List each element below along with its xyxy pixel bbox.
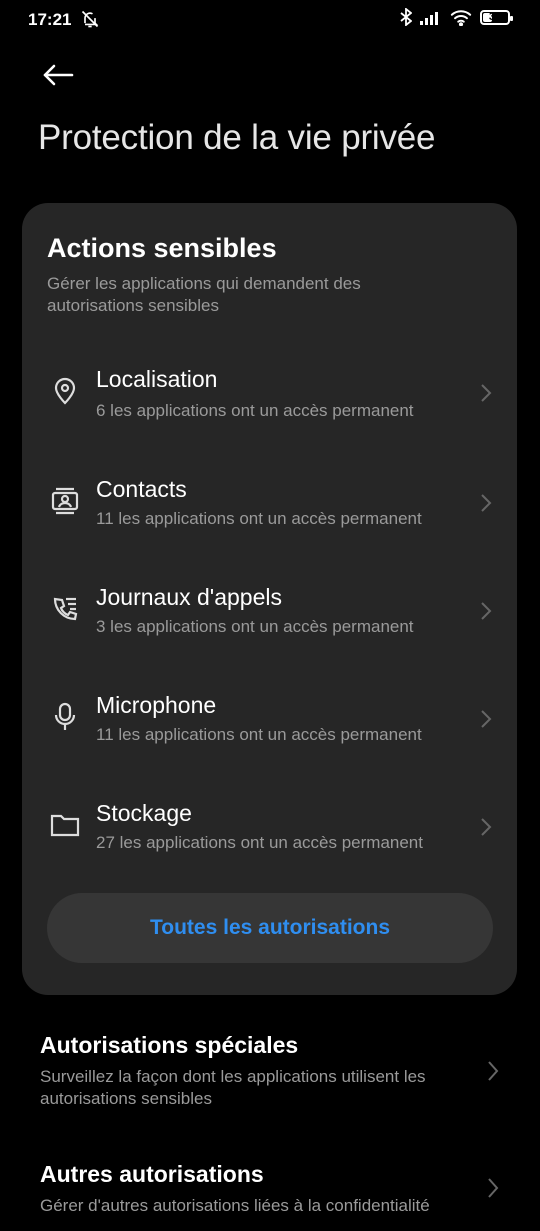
permission-item-location[interactable]: Localisation 6 les applications ont un a…: [22, 353, 517, 453]
permission-item-microphone[interactable]: Microphone 11 les applications ont un ac…: [22, 679, 517, 779]
card-subtitle: Gérer les applications qui demandent des…: [47, 274, 361, 315]
sensitive-actions-card: Actions sensibles Gérer les applications…: [22, 203, 517, 995]
notifications-off-icon: [81, 10, 99, 28]
permission-desc: 11 les applications ont un accès permane…: [96, 509, 422, 528]
permission-label: Stockage: [96, 800, 192, 826]
chevron-right-icon: [481, 384, 492, 402]
section-title: Autorisations spéciales: [40, 1032, 299, 1058]
permission-label: Journaux d'appels: [96, 584, 282, 610]
all-permissions-button[interactable]: Toutes les autorisations: [47, 893, 493, 963]
wifi-icon: [450, 9, 472, 26]
permission-item-contacts[interactable]: Contacts 11 les applications ont un accè…: [22, 463, 517, 563]
permission-item-call-logs[interactable]: Journaux d'appels 3 les applications ont…: [22, 571, 517, 671]
permission-label: Contacts: [96, 476, 187, 502]
permission-label: Microphone: [96, 692, 217, 718]
microphone-icon: [49, 701, 81, 733]
permission-desc: 27 les applications ont un accès permane…: [96, 833, 423, 852]
card-title: Actions sensibles: [47, 233, 277, 263]
status-bar: 17:21 36: [0, 0, 540, 40]
permission-item-storage[interactable]: Stockage 27 les applications ont un accè…: [22, 787, 517, 887]
contacts-icon: [49, 485, 81, 517]
section-title: Autres autorisations: [40, 1161, 264, 1187]
special-permissions-item[interactable]: Autorisations spéciales Surveillez la fa…: [0, 1032, 540, 1122]
location-pin-icon: [49, 375, 81, 407]
back-arrow-icon: [43, 64, 74, 86]
status-icons: 36: [400, 8, 513, 26]
battery-level: 36: [488, 10, 502, 23]
bluetooth-icon: [400, 8, 412, 26]
call-log-icon: [49, 593, 81, 625]
permission-desc: 3 les applications ont un accès permanen…: [96, 617, 414, 636]
chevron-right-icon: [481, 710, 492, 728]
permission-label: Localisation: [96, 366, 218, 392]
permission-desc: 6 les applications ont un accès permanen…: [96, 401, 414, 420]
chevron-right-icon: [481, 602, 492, 620]
chevron-right-icon: [488, 1061, 499, 1081]
permission-desc: 11 les applications ont un accès permane…: [96, 725, 422, 744]
signal-icon: [420, 12, 438, 25]
back-button[interactable]: [34, 54, 82, 96]
battery-icon: 36: [480, 9, 513, 25]
other-permissions-item[interactable]: Autres autorisations Gérer d'autres auto…: [0, 1161, 540, 1231]
status-time: 17:21: [28, 10, 72, 29]
chevron-right-icon: [488, 1178, 499, 1198]
chevron-right-icon: [481, 818, 492, 836]
page-title: Protection de la vie privée: [38, 118, 436, 157]
section-desc: Surveillez la façon dont les application…: [40, 1067, 426, 1108]
folder-icon: [49, 809, 81, 841]
chevron-right-icon: [481, 494, 492, 512]
section-desc: Gérer d'autres autorisations liées à la …: [40, 1196, 430, 1215]
